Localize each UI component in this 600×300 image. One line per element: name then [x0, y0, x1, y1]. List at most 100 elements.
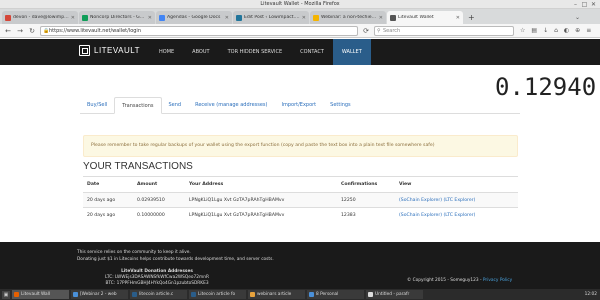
window-title: Litevault Wallet - Mozilla Firefox	[260, 1, 340, 7]
browser-tab[interactable]: Edit Post ‹ Lowimpact.org — W✕	[233, 11, 309, 24]
tab-transactions[interactable]: Transactions	[114, 97, 162, 114]
browser-tab-label: Edit Post ‹ Lowimpact.org — W	[244, 15, 300, 20]
browser-tab-label: Noncorp Directors - Google	[90, 15, 146, 20]
maximize-icon[interactable]: □	[581, 1, 588, 8]
taskbar-app-icon	[309, 292, 314, 297]
site-menu-item-tor-hidden-service[interactable]: TOR HIDDEN SERVICE	[219, 39, 292, 65]
taskbar-app-icon	[73, 292, 78, 297]
bookmark-star-icon[interactable]: ☆	[520, 27, 525, 34]
copyright-text: © Copyright 2015 - Someguy123 -	[407, 278, 483, 283]
download-icon[interactable]: ↓	[543, 27, 548, 34]
sochain-explorer-link[interactable]: (SoChain Explorer)	[399, 198, 442, 203]
tab-list-icon[interactable]: ⌄	[575, 11, 580, 24]
browser-tab[interactable]: Noncorp Directors - Google✕	[79, 11, 155, 24]
taskbar-item-label: Litecoin article fo	[198, 292, 236, 297]
taskbar-item-label: Litevault Wall	[21, 292, 51, 297]
taskbar-item-label: 8 Personal	[316, 292, 339, 297]
ltc-explorer-link[interactable]: (LTC Explorer)	[444, 213, 476, 218]
site-header: LITEVAULT HOME ABOUT TOR HIDDEN SERVICE CON…	[0, 39, 600, 65]
hamburger-menu-icon[interactable]: ≡	[586, 27, 591, 34]
taskbar-item-label: Untitled - parafr	[375, 292, 410, 297]
table-header-row: Date Amount Your Address Confirmations V…	[83, 176, 518, 193]
window-titlebar: Litevault Wallet - Mozilla Firefox – □ ✕	[0, 0, 600, 9]
tab-favicon-icon	[390, 14, 396, 21]
taskbar-clock: 12:02	[584, 292, 597, 297]
tab-receive-manage-addresses[interactable]: Receive (manage addresses)	[188, 97, 274, 113]
tab-settings[interactable]: Settings	[323, 97, 358, 113]
browser-tab-label: Litevault Wallet	[398, 15, 434, 20]
copyright: © Copyright 2015 - Someguy123 - Privacy …	[407, 278, 512, 283]
taskbar-app-icon	[132, 292, 137, 297]
search-placeholder: Search	[383, 27, 401, 34]
site-footer: This service relies on the community to …	[0, 242, 600, 289]
tab-close-icon[interactable]: ✕	[148, 15, 152, 21]
column-header-date: Date	[83, 176, 133, 193]
taskbar-app-icon	[250, 292, 255, 297]
close-icon[interactable]: ✕	[590, 1, 597, 8]
tab-close-icon[interactable]: ✕	[456, 15, 460, 21]
tx-amount: 0.02939510	[133, 192, 185, 208]
minimize-icon[interactable]: –	[572, 1, 579, 8]
taskbar-item[interactable]: webinars article	[248, 290, 305, 299]
taskbar-item[interactable]: [Webinar 2 - web	[71, 290, 128, 299]
browser-tab[interactable]: Agendas - Google Docs ✕	[156, 11, 232, 24]
tab-close-icon[interactable]: ✕	[302, 15, 306, 21]
table-row: 20 days ago 0.10000000 LPNgKLiQ1Lgu Xvt Gz…	[83, 207, 518, 223]
site-menu-item-contact[interactable]: CONTACT	[291, 39, 333, 65]
reload-page-icon[interactable]: ⟳	[362, 27, 370, 35]
donation-btc: BTC: 17PPFHmGBHJ4HYkQo4Gn1pzubtoSDRKE3	[105, 281, 209, 286]
browser-tab[interactable]: Litevault Wallet ✕	[387, 11, 463, 24]
new-tab-button[interactable]: +	[464, 11, 479, 24]
taskbar-item[interactable]: 8 Personal	[307, 290, 364, 299]
column-header-view: View	[395, 176, 518, 193]
tab-buy-sell[interactable]: Buy/Sell	[80, 97, 114, 113]
taskbar-item-label: webinars article	[257, 292, 292, 297]
tab-favicon-icon	[82, 14, 88, 21]
url-text: https://www.litevault.net/wallet/login	[49, 27, 141, 34]
url-bar[interactable]: 🔒 https://www.litevault.net/wallet/login	[40, 25, 358, 36]
search-input[interactable]: ⚲ Search	[374, 25, 514, 36]
reload-icon[interactable]: ↻	[28, 27, 36, 35]
lock-icon: 🔒	[43, 27, 50, 34]
taskbar-item[interactable]: Litecoin article fo	[189, 290, 246, 299]
footer-notice-line2: Donating just $1 in Litecoins helps cont…	[77, 257, 274, 262]
browser-tab-label: Webinar: a non-techie's act	[321, 15, 377, 20]
vault-logo-icon	[79, 45, 90, 56]
tx-date: 20 days ago	[83, 207, 133, 223]
wallet-subtabs: Buy/Sell Transactions Send Receive (manage …	[80, 97, 520, 114]
tab-close-icon[interactable]: ✕	[379, 15, 383, 21]
taskbar-item-label: [Webinar 2 - web	[80, 292, 117, 297]
tab-favicon-icon	[5, 14, 11, 21]
tab-close-icon[interactable]: ✕	[225, 15, 229, 21]
tab-import-export[interactable]: Import/Export	[275, 97, 324, 113]
app-menu-icon[interactable]: ▣	[2, 290, 10, 299]
footer-notice: This service relies on the community to …	[77, 249, 274, 263]
taskbar-item-label: litecoin article.c	[139, 292, 174, 297]
home-icon[interactable]: ⌂	[554, 27, 558, 34]
browser-tab[interactable]: devon - dave@lowimpact.org✕	[2, 11, 78, 24]
tab-favicon-icon	[159, 14, 165, 21]
privacy-policy-link[interactable]: Privacy Policy	[483, 278, 512, 283]
tab-close-icon[interactable]: ✕	[71, 15, 75, 21]
browser-tab[interactable]: Webinar: a non-techie's act✕	[310, 11, 386, 24]
taskbar-item[interactable]: Untitled - parafr	[366, 290, 423, 299]
addon-icon[interactable]: ⊕	[575, 27, 580, 34]
site-menu-item-wallet[interactable]: WALLET	[332, 39, 371, 65]
site-menu-item-about[interactable]: ABOUT	[183, 39, 218, 65]
ltc-explorer-link[interactable]: (LTC Explorer)	[444, 198, 476, 203]
back-icon[interactable]: ←	[4, 27, 12, 35]
reading-list-icon[interactable]: ▤	[531, 27, 537, 34]
search-icon: ⚲	[377, 27, 381, 34]
sochain-explorer-link[interactable]: (SoChain Explorer)	[399, 213, 442, 218]
taskbar-item[interactable]: Litevault Wall	[12, 290, 69, 299]
litevault-logo[interactable]: LITEVAULT	[79, 45, 140, 56]
logo-text: LITEVAULT	[94, 46, 140, 55]
tx-date: 20 days ago	[83, 192, 133, 208]
pocket-icon[interactable]: ◐	[564, 27, 569, 34]
tab-send[interactable]: Send	[162, 97, 189, 113]
taskbar-item[interactable]: litecoin article.c	[130, 290, 187, 299]
forward-icon[interactable]: →	[16, 27, 24, 35]
footer-notice-line1: This service relies on the community to …	[77, 250, 191, 255]
site-menu-item-home[interactable]: HOME	[150, 39, 183, 65]
table-row: 20 days ago 0.02939510 LPNgKLiQ1Lgu Xvt Gz…	[83, 192, 518, 208]
